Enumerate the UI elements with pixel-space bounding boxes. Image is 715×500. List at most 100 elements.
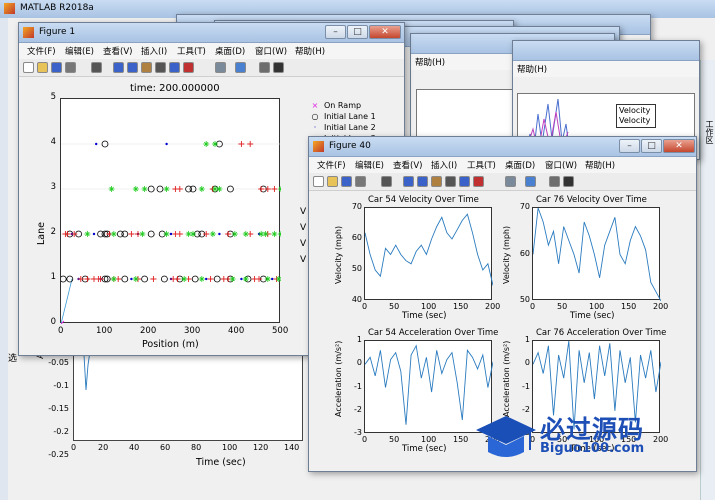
y-tick-label[interactable]: 50 [516,295,530,304]
subplot-title[interactable]: Car 76 Acceleration Over Time [536,328,666,338]
pointer-icon[interactable] [381,176,392,187]
x-tick-label[interactable]: 300 [184,326,200,336]
figure-40-titlebar[interactable]: Figure 40 – □ ✕ [309,137,696,157]
y-tick-label[interactable]: 60 [516,249,530,258]
menu-item[interactable]: 帮助(H) [295,45,325,57]
x-tick-label[interactable]: 60 [160,443,170,452]
y-tick-label[interactable]: -0.1 [53,381,69,390]
subplot-title[interactable]: Car 54 Acceleration Over Time [368,328,498,338]
minimize-button[interactable]: – [325,25,346,39]
subplot-xlabel[interactable]: Time (sec) [402,311,446,321]
grid-icon[interactable] [563,176,574,187]
x-tick-label[interactable]: 150 [453,302,468,311]
legend-entry[interactable]: · Initial Lane 2 [306,122,376,133]
x-tick-label[interactable]: 100 [589,302,604,311]
brush-icon[interactable] [473,176,484,187]
zoom-out-icon[interactable] [127,62,138,73]
save-icon[interactable] [341,176,352,187]
menu-item[interactable]: 插入(I) [141,45,167,57]
y-tick-label[interactable]: 4 [51,137,56,147]
x-tick-label[interactable]: 100 [421,435,436,444]
menu-item[interactable]: 插入(I) [431,159,457,171]
x-tick-label[interactable]: 200 [653,302,668,311]
rotate-icon[interactable] [155,62,166,73]
subplot-ylabel[interactable]: Acceleration (m/s²) [502,340,511,416]
y-tick-label[interactable]: 1 [348,335,362,344]
y-tick-label[interactable]: -0.25 [48,450,69,459]
x-tick-label[interactable]: 100 [421,302,436,311]
x-tick-label[interactable]: 500 [272,326,288,336]
pan-hand-icon[interactable] [431,176,442,187]
rotate-icon[interactable] [445,176,456,187]
menu-item[interactable]: 工具(T) [177,45,206,57]
subplot-title[interactable]: Car 76 Velocity Over Time [536,195,647,205]
x-tick-label[interactable]: 150 [621,302,636,311]
subplot-ylabel[interactable]: Acceleration (m/s²) [334,340,343,416]
legend-icon[interactable] [549,176,560,187]
x-tick-label[interactable]: 40 [129,443,139,452]
y-tick-label[interactable]: -2 [348,405,362,414]
legend-icon[interactable] [259,62,270,73]
new-file-icon[interactable] [23,62,34,73]
menu-help-back-2[interactable]: 帮助(H) [517,63,547,75]
workspace-tab-label[interactable]: 工作区 [704,120,715,144]
y-tick-label[interactable]: 1 [51,272,56,282]
subplot-title[interactable]: Car 54 Velocity Over Time [368,195,479,205]
y-tick-label[interactable]: 0 [51,317,56,327]
zoom-in-icon[interactable] [403,176,414,187]
menu-item[interactable]: 桌面(D) [215,45,245,57]
zoom-in-icon[interactable] [113,62,124,73]
data-cursor-icon[interactable] [459,176,470,187]
x-tick-label[interactable]: 150 [453,435,468,444]
y-tick-label[interactable]: -3 [348,428,362,437]
close-button[interactable]: ✕ [369,25,401,39]
menu-item[interactable]: 窗口(W) [255,45,287,57]
y-tick-label[interactable]: 50 [348,264,362,273]
y-tick-label[interactable]: 40 [348,295,362,304]
maximize-button[interactable]: □ [347,25,368,39]
y-tick-label[interactable]: 1 [516,335,530,344]
open-folder-icon[interactable] [327,176,338,187]
new-file-icon[interactable] [313,176,324,187]
x-tick-label[interactable]: 20 [98,443,108,452]
grid-icon[interactable] [273,62,284,73]
y-tick-label[interactable]: 70 [348,202,362,211]
link-icon[interactable] [505,176,516,187]
subplot-ylabel[interactable]: Velocity (mph) [502,225,511,283]
y-tick-label[interactable]: 3 [51,182,56,192]
open-folder-icon[interactable] [37,62,48,73]
colorbar-icon[interactable] [525,176,536,187]
brush-icon[interactable] [183,62,194,73]
x-tick-label[interactable]: 200 [140,326,156,336]
menu-item[interactable]: 查看(V) [103,45,132,57]
y-tick-label[interactable]: 0 [348,358,362,367]
y-tick-label[interactable]: -1 [348,382,362,391]
menu-item[interactable]: 编辑(E) [355,159,384,171]
x-tick-label[interactable]: 0 [362,435,367,444]
colorbar-icon[interactable] [235,62,246,73]
y-tick-label[interactable]: 2 [51,227,56,237]
menu-item[interactable]: 编辑(E) [65,45,94,57]
subplot-xlabel[interactable]: Time (sec) [402,444,446,454]
x-tick-label[interactable]: 0 [71,443,76,452]
menu-item[interactable]: 桌面(D) [505,159,535,171]
x-tick-label[interactable]: 120 [253,443,268,452]
y-tick-label[interactable]: -0.15 [48,404,69,413]
zoom-out-icon[interactable] [417,176,428,187]
x-tick-label[interactable]: 0 [58,326,63,336]
x-tick-label[interactable]: 80 [191,443,201,452]
maximize-button-40[interactable]: □ [641,139,662,153]
menu-help-back[interactable]: 帮助(H) [415,56,445,68]
y-tick-label[interactable]: -0.05 [48,358,69,367]
y-tick-label[interactable]: 70 [516,202,530,211]
menu-item[interactable]: 文件(F) [317,159,346,171]
menu-item[interactable]: 窗口(W) [545,159,577,171]
x-tick-label[interactable]: 400 [228,326,244,336]
pointer-icon[interactable] [91,62,102,73]
print-icon[interactable] [65,62,76,73]
x-tick-label[interactable]: 200 [485,302,500,311]
save-icon[interactable] [51,62,62,73]
menu-item[interactable]: 文件(F) [27,45,56,57]
x-tick-label[interactable]: 50 [389,435,399,444]
x-tick-label[interactable]: 50 [389,302,399,311]
